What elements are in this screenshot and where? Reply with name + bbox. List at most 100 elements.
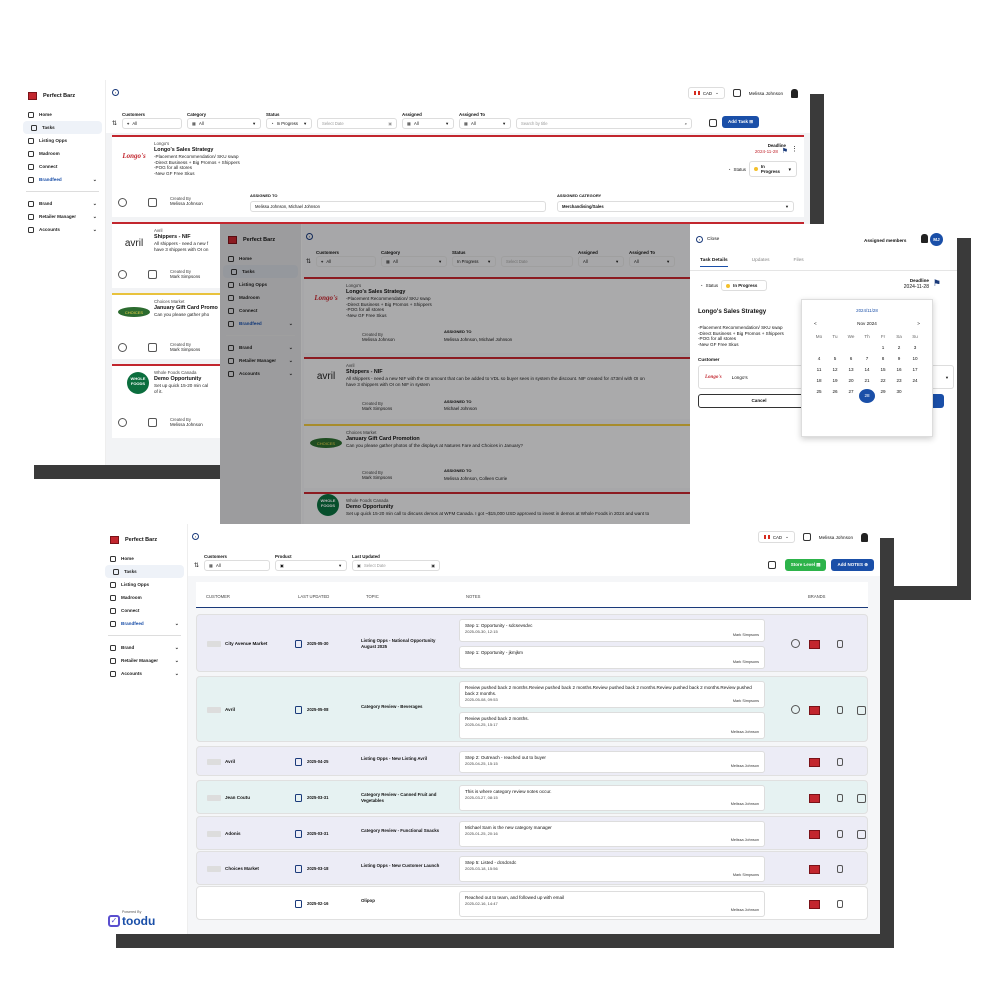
calendar-day[interactable]: 7	[859, 356, 875, 361]
calendar-day[interactable]: 10	[907, 356, 923, 361]
currency-select[interactable]: CAD ⌄	[687, 87, 725, 99]
nav-madroom[interactable]: Madroom	[102, 591, 187, 604]
calendar-day[interactable]: 8	[875, 356, 891, 361]
trash-icon[interactable]	[837, 758, 843, 766]
search-input[interactable]: Search by title ⌕	[516, 118, 693, 129]
checklist-icon[interactable]	[148, 198, 157, 207]
checklist-icon[interactable]	[148, 418, 157, 427]
calendar-day[interactable]: 20	[843, 378, 859, 383]
calendar-day[interactable]: 4	[811, 356, 827, 361]
trash-icon[interactable]	[837, 865, 843, 873]
assigned-to-field[interactable]: Melissa Johnson, Michael Johnson	[250, 201, 546, 212]
table-row[interactable]: Jean Coutu 2025-03-31 Category Review - Ca…	[196, 780, 868, 814]
more-icon[interactable]: ⋮	[791, 145, 798, 153]
document-icon[interactable]	[767, 561, 776, 569]
calendar-day[interactable]: 13	[843, 367, 859, 372]
tab-task-details[interactable]: Task Details	[700, 258, 728, 267]
calendar-day[interactable]: 22	[875, 378, 891, 383]
nav-brandfeed[interactable]: Brandfeed ⌄	[20, 173, 105, 186]
note-item[interactable]: Step 2: Outreach - reached out to buyer …	[459, 751, 765, 773]
calendar-day[interactable]: 19	[827, 378, 843, 383]
note-item[interactable]: This is where category review notes occu…	[459, 785, 765, 811]
add-notes-button[interactable]: Add NOTES ⊕	[831, 559, 874, 571]
comment-icon[interactable]	[118, 418, 127, 427]
add-task-button[interactable]: Add Task ⊞	[722, 116, 759, 128]
calendar-day[interactable]: 28	[859, 389, 875, 403]
nav-connect[interactable]: Connect	[20, 160, 105, 173]
close-button[interactable]: ‹ Close	[696, 236, 719, 243]
nav-retailer-manager[interactable]: Retailer Manager ⌄	[102, 654, 187, 667]
nav-connect[interactable]: Connect	[102, 604, 187, 617]
note-item[interactable]: Step 5: Listed - dcsdcsdc 2025-03-18, 15…	[459, 856, 765, 882]
nav-retailer-manager[interactable]: Retailer Manager ⌄	[20, 210, 105, 223]
calendar-day[interactable]: 17	[907, 367, 923, 372]
avatar[interactable]	[791, 88, 798, 98]
nav-madroom[interactable]: Madroom	[20, 147, 105, 160]
assigned-select[interactable]: ▦ All ▼	[402, 118, 455, 129]
nav-brand[interactable]: Brand ⌄	[102, 641, 187, 654]
trash-icon[interactable]	[837, 900, 843, 908]
table-row[interactable]: Adonis 2025-03-31 Category Review - Functi…	[196, 816, 868, 850]
trash-icon[interactable]	[837, 706, 843, 714]
nav-accounts[interactable]: Accounts ⌄	[102, 667, 187, 680]
trash-icon[interactable]	[837, 830, 843, 838]
nav-listing-opps[interactable]: Listing Opps	[20, 134, 105, 147]
calendar-day[interactable]: 12	[827, 367, 843, 372]
edit-icon[interactable]	[857, 706, 866, 715]
assigned-to-select[interactable]: ▦ All ▼	[459, 118, 512, 129]
calendar-day[interactable]: 26	[827, 389, 843, 403]
calendar-day[interactable]: 1	[875, 345, 891, 350]
calendar-day[interactable]: 25	[811, 389, 827, 403]
calendar-day[interactable]: 14	[859, 367, 875, 372]
calendar-day[interactable]: 23	[891, 378, 907, 383]
currency-select[interactable]: CAD ⌄	[757, 531, 795, 543]
app-brand[interactable]: Perfect Barz	[102, 524, 187, 552]
calendar-day[interactable]: 30	[891, 389, 907, 403]
prev-month-button[interactable]: <	[814, 321, 817, 326]
edit-icon[interactable]	[857, 794, 866, 803]
table-row[interactable]: 2025-02-16 Olipop Reached out to team, an…	[196, 886, 868, 920]
comment-icon[interactable]	[118, 198, 127, 207]
note-item[interactable]: Review pushed back 2 months.Review pushe…	[459, 681, 765, 708]
calendar-day[interactable]: 2	[891, 345, 907, 350]
flag-icon[interactable]: ⚑	[933, 278, 941, 289]
next-month-button[interactable]: >	[917, 321, 920, 326]
edit-icon[interactable]	[857, 830, 866, 839]
product-select[interactable]: ▣ ▼	[275, 560, 348, 571]
comment-icon[interactable]	[791, 639, 800, 648]
nav-accounts[interactable]: Accounts ⌄	[20, 223, 105, 236]
tab-files[interactable]: Files	[794, 258, 804, 267]
nav-listing-opps[interactable]: Listing Opps	[102, 578, 187, 591]
calendar-day[interactable]: 18	[811, 378, 827, 383]
nav-tasks[interactable]: Tasks	[23, 121, 102, 134]
calendar-day[interactable]: 11	[811, 367, 827, 372]
trash-icon[interactable]	[837, 640, 843, 648]
flag-icon[interactable]: ⚑	[782, 147, 788, 155]
calendar-day[interactable]: 16	[891, 367, 907, 372]
calendar-day[interactable]: 27	[843, 389, 859, 403]
comment-icon[interactable]	[118, 343, 127, 352]
checklist-icon[interactable]	[148, 343, 157, 352]
customers-select[interactable]: ▦ All	[204, 560, 271, 571]
calendar-day[interactable]: 24	[907, 378, 923, 383]
nav-brand[interactable]: Brand ⌄	[20, 197, 105, 210]
table-row[interactable]: Avril 2025-04-25 Listing Opps - New Listin…	[196, 746, 868, 776]
tab-updates[interactable]: Updates	[752, 258, 770, 267]
calendar-day[interactable]: 15	[875, 367, 891, 372]
calendar-day[interactable]: 29	[875, 389, 891, 403]
comment-icon[interactable]	[791, 705, 800, 714]
checklist-icon[interactable]	[148, 270, 157, 279]
note-item[interactable]: Step 1: Opportunity - jkmjkm Mark Simpso…	[459, 646, 765, 669]
nav-brandfeed[interactable]: Brandfeed ⌄	[102, 617, 187, 630]
nav-home[interactable]: Home	[102, 552, 187, 565]
note-item[interactable]: Review pushed back 2 months. 2025-04-25,…	[459, 712, 765, 739]
status-select[interactable]: ◔ In Progress ▼	[266, 118, 313, 129]
comment-icon[interactable]	[118, 270, 127, 279]
nav-tasks[interactable]: Tasks	[105, 565, 184, 578]
date-input[interactable]: Select Date ▣	[317, 118, 398, 129]
nav-home[interactable]: Home	[20, 108, 105, 121]
member-initials-badge[interactable]: MJ	[930, 233, 943, 246]
note-item[interactable]: Step 1: Opportunity - sdcsevsdvc 2025-05…	[459, 619, 765, 642]
task-card[interactable]: Longo's Longo's Longo's Sales Strategy -…	[112, 135, 804, 217]
avatar[interactable]	[861, 532, 868, 542]
